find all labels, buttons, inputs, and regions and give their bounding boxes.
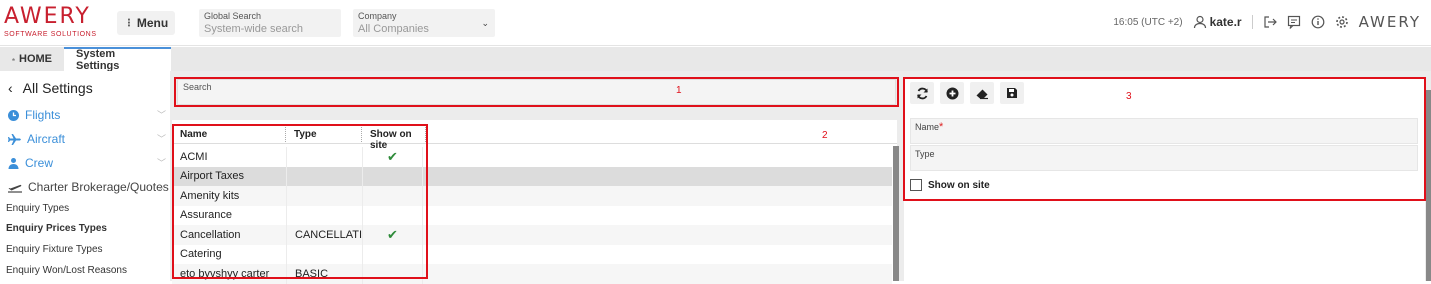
awery-logo[interactable]: AWERY SOFTWARE SOLUTIONS bbox=[4, 6, 104, 42]
logo-text: AWERY bbox=[4, 4, 91, 29]
sidebar-subitem-enquiry-types[interactable]: Enquiry Types bbox=[6, 203, 69, 214]
chevron-down-icon: ﹀ bbox=[157, 134, 167, 144]
chevron-down-icon: ⌄ bbox=[481, 18, 489, 28]
grid-scrollbar[interactable] bbox=[893, 146, 899, 281]
clock-icon bbox=[8, 109, 19, 121]
menu-button[interactable]: ⋮ Menu bbox=[117, 11, 175, 35]
clock-display: 16:05 (UTC +2) bbox=[1113, 16, 1183, 28]
tab-home-label: HOME bbox=[19, 53, 52, 65]
awery-brand-text: AWERY bbox=[1358, 13, 1421, 31]
user-icon bbox=[1193, 15, 1206, 29]
sidebar-item-label: Aircraft bbox=[27, 132, 66, 146]
sidebar-item-label: Charter Brokerage/Quotes bbox=[28, 180, 169, 194]
annotation-box-1 bbox=[174, 77, 899, 107]
cell-empty bbox=[422, 225, 892, 245]
departure-icon bbox=[8, 184, 22, 193]
annotation-box-2 bbox=[172, 124, 428, 279]
sidebar-subitem-enquiry-fixture-types[interactable]: Enquiry Fixture Types bbox=[6, 244, 103, 255]
chevron-down-icon: ﹀ bbox=[157, 110, 167, 120]
gear-icon[interactable] bbox=[1335, 15, 1349, 29]
sidebar-item-label: Flights bbox=[25, 108, 61, 122]
settings-sidebar: ‹ All Settings Flights ﹀ Aircraft ﹀ Crew… bbox=[0, 71, 170, 281]
all-settings-back[interactable]: ‹ All Settings bbox=[8, 80, 93, 96]
all-settings-title: All Settings bbox=[22, 80, 93, 96]
logo-subtitle: SOFTWARE SOLUTIONS bbox=[4, 31, 97, 38]
cell-empty bbox=[422, 147, 892, 167]
top-bar: AWERY SOFTWARE SOLUTIONS ⋮ Menu Global S… bbox=[0, 0, 1431, 46]
tab-system-settings-label: System Settings bbox=[76, 48, 120, 72]
crew-icon bbox=[8, 157, 19, 169]
sidebar-item-charter-brokerage[interactable]: Charter Brokerage/Quotes ︿ bbox=[7, 180, 169, 194]
cell-empty bbox=[422, 205, 892, 225]
chevron-down-icon: ﹀ bbox=[157, 158, 167, 168]
global-search-placeholder: System-wide search bbox=[204, 23, 304, 35]
sidebar-item-label: Crew bbox=[25, 156, 54, 170]
home-icon bbox=[12, 57, 15, 61]
logout-icon[interactable] bbox=[1263, 15, 1277, 29]
divider bbox=[1251, 15, 1253, 29]
menu-label: Menu bbox=[136, 16, 169, 30]
sidebar-subitem-enquiry-prices-types[interactable]: Enquiry Prices Types bbox=[6, 223, 107, 234]
sidebar-item-crew[interactable]: Crew ﹀ bbox=[7, 156, 166, 170]
tab-bar: HOME System Settings bbox=[0, 47, 1431, 72]
chevron-left-icon: ‹ bbox=[8, 80, 13, 96]
company-label: Company bbox=[358, 11, 397, 21]
user-menu[interactable]: kate.r bbox=[1193, 15, 1242, 29]
annotation-number-1: 1 bbox=[676, 85, 682, 96]
annotation-number-3: 3 bbox=[1126, 91, 1132, 102]
page-scrollbar[interactable] bbox=[1426, 90, 1431, 281]
sidebar-item-flights[interactable]: Flights ﹀ bbox=[7, 108, 166, 122]
global-search-label: Global Search bbox=[204, 11, 262, 21]
cell-empty bbox=[422, 186, 892, 206]
annotation-box-3 bbox=[903, 77, 1426, 201]
tab-system-settings[interactable]: System Settings bbox=[64, 47, 171, 72]
global-search-input[interactable]: Global Search System-wide search bbox=[199, 9, 341, 37]
tab-home[interactable]: HOME bbox=[0, 47, 64, 71]
info-icon[interactable] bbox=[1311, 15, 1325, 29]
sidebar-item-aircraft[interactable]: Aircraft ﹀ bbox=[7, 132, 166, 146]
username: kate.r bbox=[1209, 15, 1242, 29]
top-right-bar: 16:05 (UTC +2) kate.r AWERY bbox=[1113, 13, 1421, 31]
chat-icon[interactable] bbox=[1287, 15, 1301, 29]
company-value: All Companies bbox=[358, 23, 429, 35]
plane-icon bbox=[8, 133, 21, 145]
cell-empty bbox=[422, 244, 892, 264]
sidebar-subitem-enquiry-won-lost-reasons[interactable]: Enquiry Won/Lost Reasons bbox=[6, 265, 127, 276]
cell-empty bbox=[422, 166, 892, 186]
chevron-up-icon: ︿ bbox=[157, 182, 167, 192]
more-vertical-icon: ⋮ bbox=[123, 17, 134, 29]
annotation-number-2: 2 bbox=[822, 130, 828, 141]
company-select[interactable]: Company All Companies ⌄ bbox=[353, 9, 495, 37]
